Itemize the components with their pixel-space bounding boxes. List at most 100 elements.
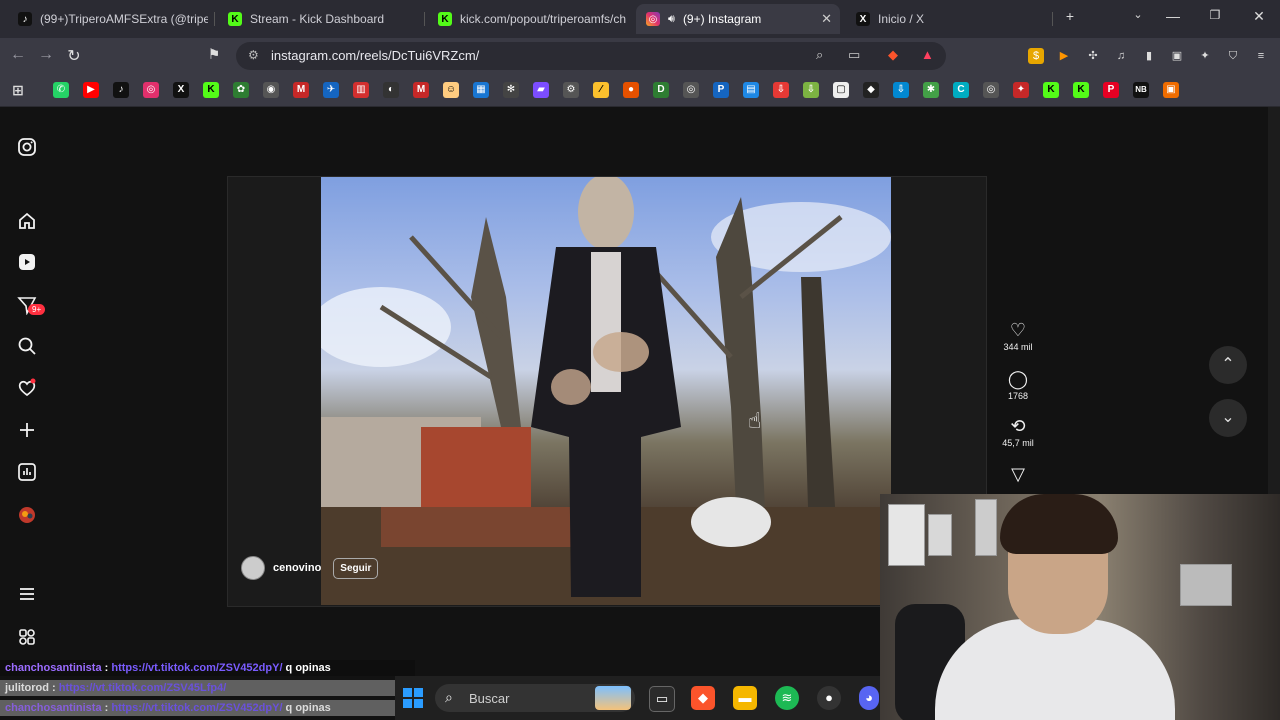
bookmark-icon[interactable]: ▣ [1163,82,1179,98]
share-action[interactable]: ▽ [1000,464,1036,484]
brave-rewards-icon[interactable]: ▲ [921,47,934,62]
comment-icon[interactable]: ◯ [1000,369,1036,389]
leo-icon[interactable]: ✦ [1197,48,1213,64]
tab-kick-dashboard[interactable]: K Stream - Kick Dashboard [218,4,418,34]
chat-link[interactable]: https://vt.tiktok.com/ZSV45Lfp4/ [59,682,226,694]
play-icon[interactable]: ▶ [1056,48,1072,64]
kick-icon[interactable]: K [203,82,219,98]
bookmark-icon[interactable]: D [653,82,669,98]
back-icon[interactable]: ← [8,46,28,64]
extensions-icon[interactable]: ✣ [1085,48,1101,64]
download-icon[interactable]: ⇩ [773,82,789,98]
chat-link[interactable]: https://vt.tiktok.com/ZSV452dpY/ [111,662,282,674]
bookmark-icon[interactable]: ▤ [743,82,759,98]
bookmark-icon[interactable]: ● [623,82,639,98]
apps-icon[interactable]: ⊞ [10,82,26,98]
home-icon[interactable] [17,211,37,231]
bookmark-icon[interactable]: ☺ [443,82,459,98]
author-username[interactable]: cenovino [273,562,321,574]
media-icon[interactable]: ♫ [1113,48,1129,64]
bookmark-icon[interactable]: ▢ [833,82,849,98]
zoom-icon[interactable]: ⌕ [816,47,823,63]
like-action[interactable]: ♡ 344 mil [1000,320,1036,352]
bookmark-icon[interactable]: ✻ [503,82,519,98]
kick-icon[interactable]: K [1073,82,1089,98]
tab-x[interactable]: X Inicio / X [846,4,1046,34]
bookmark-icon[interactable]: ◐ [383,82,399,98]
reload-icon[interactable]: ↻ [64,46,84,66]
bookmark-icon[interactable]: ◎ [683,82,699,98]
notifications-icon[interactable] [17,378,37,398]
reel-author[interactable]: cenovino Seguir [241,556,379,580]
bookmark-icon[interactable]: ✈ [323,82,339,98]
maximize-icon[interactable]: ❐ [1205,8,1225,22]
bookmark-icon[interactable]: ◆ [863,82,879,98]
repost-icon[interactable]: ⟲ [1000,416,1036,436]
bookmark-icon[interactable]: ✱ [923,82,939,98]
menu-icon[interactable]: ≡ [1253,48,1269,64]
tab-instagram[interactable]: ◎ 🔊︎ (9+) Instagram ✕ [636,4,840,34]
profile-icon[interactable] [17,505,37,525]
minimize-icon[interactable]: — [1163,8,1183,24]
bookmark-icon[interactable]: C [953,82,969,98]
close-tab-icon[interactable]: ✕ [821,11,832,27]
spotify-icon[interactable]: ≋ [775,686,799,710]
bookmark-icon[interactable]: ▥ [353,82,369,98]
bookmark-icon[interactable]: ⚑ [204,46,224,63]
brave-shields-icon[interactable]: ◆ [888,47,898,63]
reel-video[interactable] [321,177,891,605]
wallet-icon[interactable]: ▣ [1169,48,1185,64]
bookmark-icon[interactable]: P [713,82,729,98]
create-icon[interactable] [17,420,37,440]
search-icon[interactable] [17,336,37,356]
gmail-icon[interactable]: M [293,82,309,98]
previous-reel-button[interactable]: ⌃ [1209,346,1247,384]
heart-icon[interactable]: ♡ [1000,320,1036,340]
obs-icon[interactable]: ● [817,686,841,710]
gmail-icon[interactable]: M [413,82,429,98]
site-info-icon[interactable]: ⚙ [248,48,259,62]
follow-button[interactable]: Seguir [333,557,379,579]
bookmark-icon[interactable]: ▦ [473,82,489,98]
whatsapp-icon[interactable]: ✆ [53,82,69,98]
chat-link[interactable]: https://vt.tiktok.com/ZSV452dpY/ [111,702,282,714]
task-view-icon[interactable]: ▭ [649,686,675,712]
bookmark-icon[interactable]: ◎ [983,82,999,98]
forward-icon[interactable]: → [36,46,56,64]
windows-start-icon[interactable] [403,688,423,708]
cast-icon[interactable]: ▭ [848,47,860,63]
meta-icon[interactable] [17,627,37,647]
tiktok-icon[interactable]: ♪ [113,82,129,98]
comment-action[interactable]: ◯ 1768 [1000,369,1036,401]
address-bar[interactable]: ⚙ instagram.com/reels/DcTui6VRZcm/ ⌕ ▭ ◆… [236,42,946,70]
bookmark-icon[interactable]: ▰ [533,82,549,98]
vpn-icon[interactable]: ⛉ [1225,48,1241,64]
taskbar-search[interactable]: ⌕ Buscar [435,684,635,712]
bookmark-icon[interactable]: ✦ [1013,82,1029,98]
repost-action[interactable]: ⟲ 45,7 mil [1000,416,1036,448]
file-explorer-icon[interactable]: ▬ [733,686,757,710]
brave-icon[interactable]: ◆ [691,686,715,710]
new-tab-button[interactable]: + [1060,8,1080,24]
reels-icon[interactable] [17,252,37,272]
next-reel-button[interactable]: ⌄ [1209,399,1247,437]
instagram-icon[interactable]: ◎ [143,82,159,98]
bookmark-icon[interactable]: ◉ [263,82,279,98]
download-icon[interactable]: ⇩ [803,82,819,98]
pinterest-icon[interactable]: P [1103,82,1119,98]
bookmark-icon[interactable]: NB [1133,82,1149,98]
x-icon[interactable]: X [173,82,189,98]
tab-kick-popout[interactable]: K kick.com/popout/triperoamfs/ch [428,4,628,34]
youtube-icon[interactable]: ▶ [83,82,99,98]
dashboard-icon[interactable] [17,462,37,482]
sidebar-icon[interactable]: ▮ [1141,48,1157,64]
download-icon[interactable]: ⇩ [893,82,909,98]
avatar[interactable] [241,556,265,580]
kick-icon[interactable]: K [1043,82,1059,98]
share-icon[interactable]: ▽ [1000,464,1036,484]
bookmark-icon[interactable]: ⚙ [563,82,579,98]
tab-tiktok[interactable]: ♪ (99+)TriperoAMFSExtra (@tripero [8,4,208,34]
close-window-icon[interactable]: ✕ [1249,8,1269,25]
instagram-logo-icon[interactable] [17,137,37,157]
bookmark-icon[interactable]: ✿ [233,82,249,98]
